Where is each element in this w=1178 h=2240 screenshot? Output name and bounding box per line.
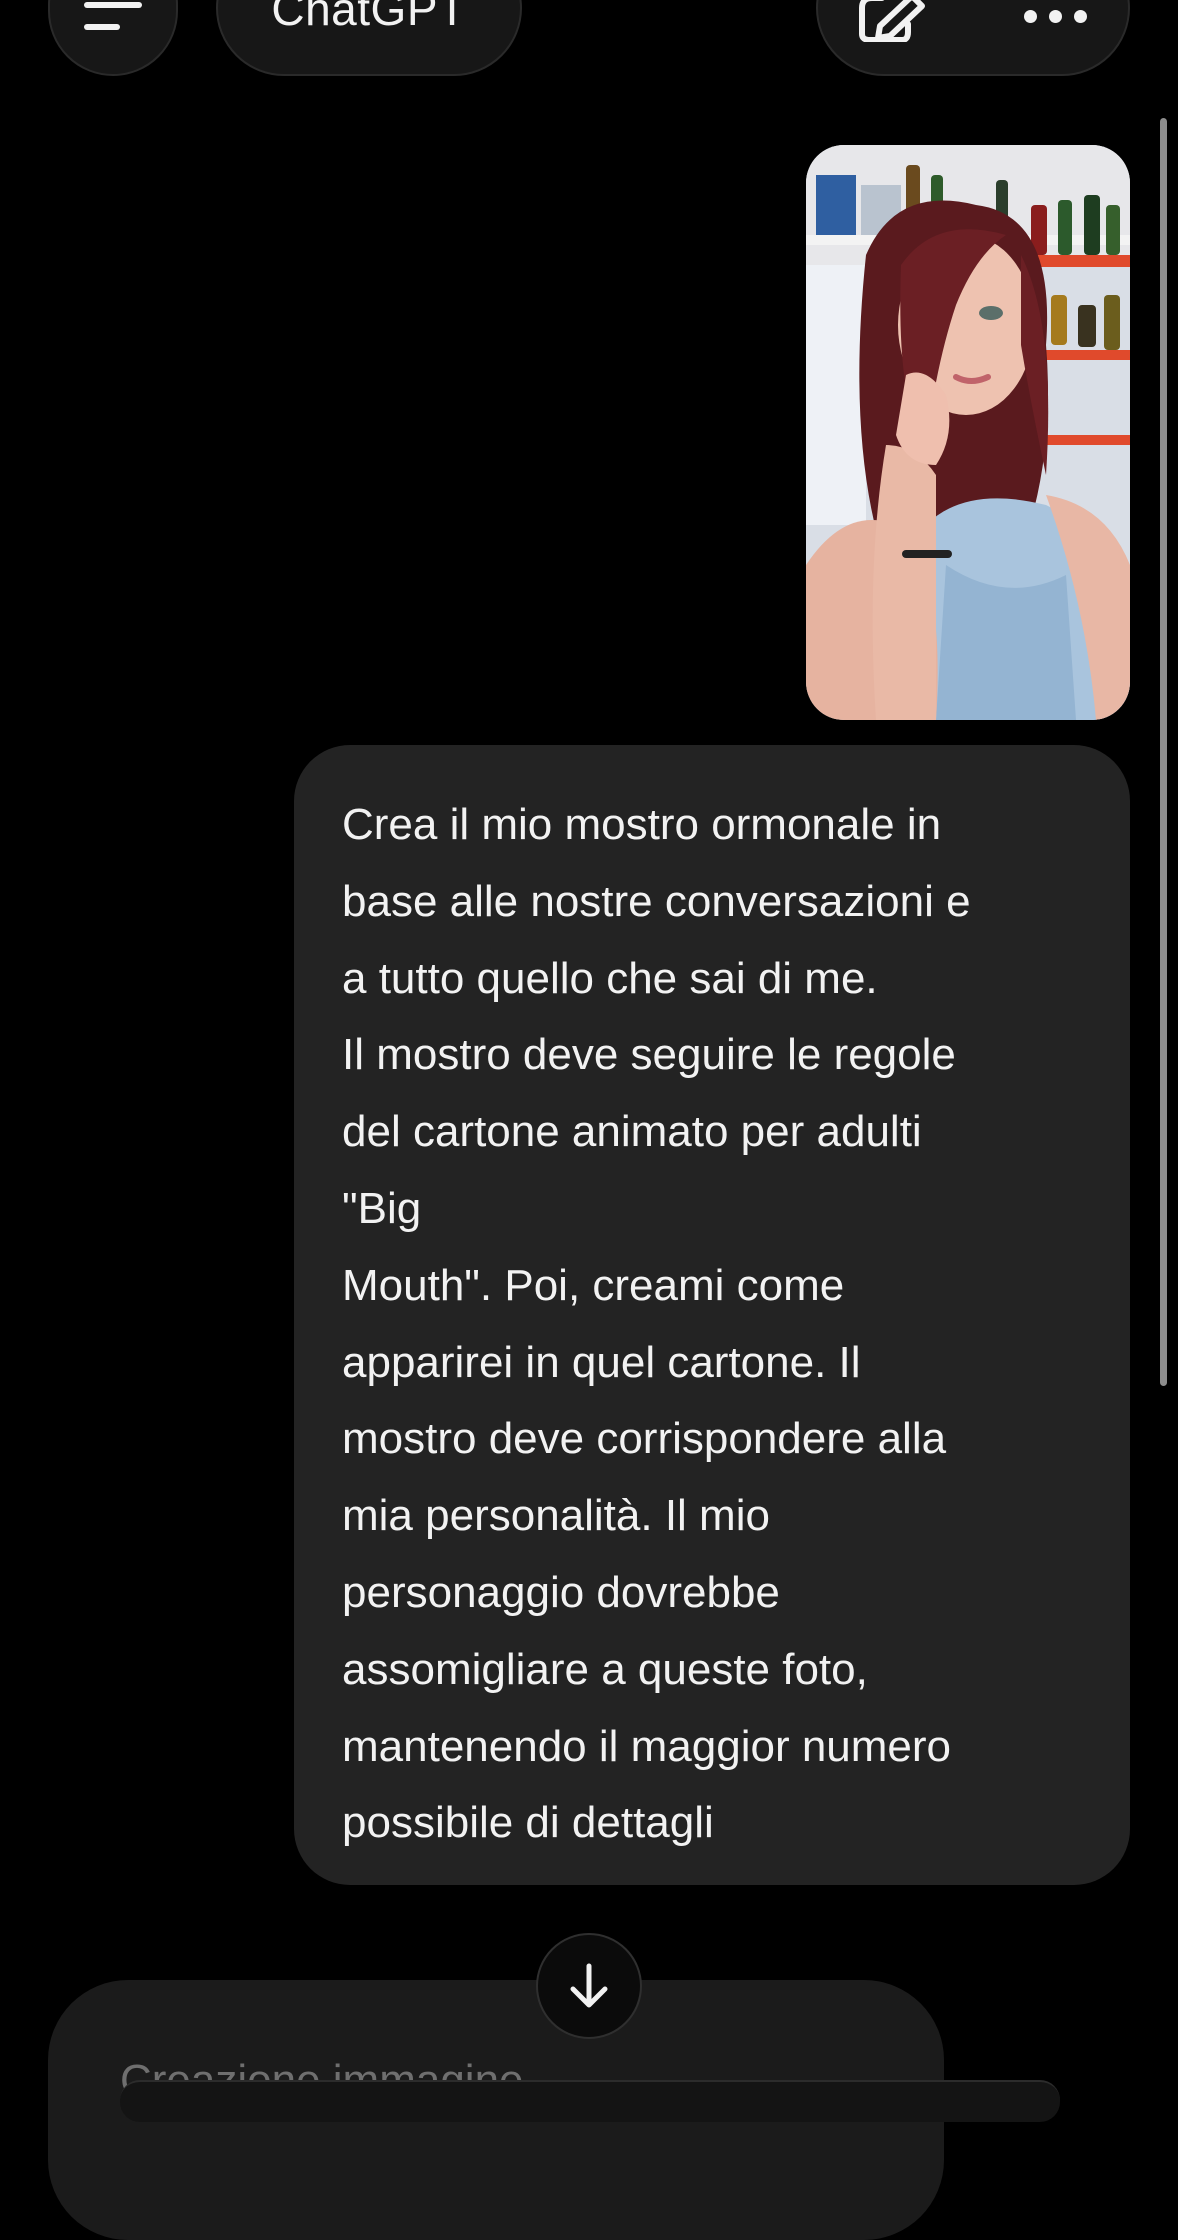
user-message-bubble[interactable]: Crea il mio mostro ormonale in base alle… (294, 745, 1130, 1885)
more-dots-icon[interactable] (1024, 10, 1087, 23)
menu-button[interactable] (48, 0, 178, 76)
scrollbar[interactable] (1160, 118, 1167, 1386)
scroll-down-button[interactable] (536, 1933, 642, 2039)
hamburger-menu-icon (84, 2, 142, 8)
app-title: ChatGPT (271, 0, 467, 35)
arrow-down-icon (570, 1963, 608, 2008)
message-line: Mouth". Poi, creami come (342, 1260, 845, 1310)
message-line: mantenendo il maggior numero (342, 1721, 952, 1771)
message-line: assomigliare a queste foto, (342, 1644, 868, 1694)
message-line: del cartone animato per adulti (342, 1107, 922, 1157)
model-selector[interactable]: ChatGPT (216, 0, 522, 76)
header-actions (816, 0, 1130, 76)
message-line: personaggio dovrebbe (342, 1567, 780, 1617)
composer-edge (120, 2080, 1060, 2122)
message-line: possibile di dettagli (342, 1798, 714, 1848)
message-line: mia personalità. Il mio (342, 1491, 770, 1541)
attached-photo[interactable] (806, 145, 1130, 720)
message-line: a tutto quello che sai di me. (342, 953, 878, 1003)
message-line: base alle nostre conversazioni e (342, 876, 971, 926)
message-line: mostro deve corrispondere alla (342, 1414, 947, 1464)
message-line: apparirei in quel cartone. Il (342, 1337, 861, 1387)
new-chat-edit-icon[interactable] (856, 0, 932, 42)
message-line: Crea il mio mostro ormonale in (342, 800, 942, 849)
message-line: "Big (342, 1183, 422, 1233)
message-line: Il mostro deve seguire le regole (342, 1030, 956, 1080)
